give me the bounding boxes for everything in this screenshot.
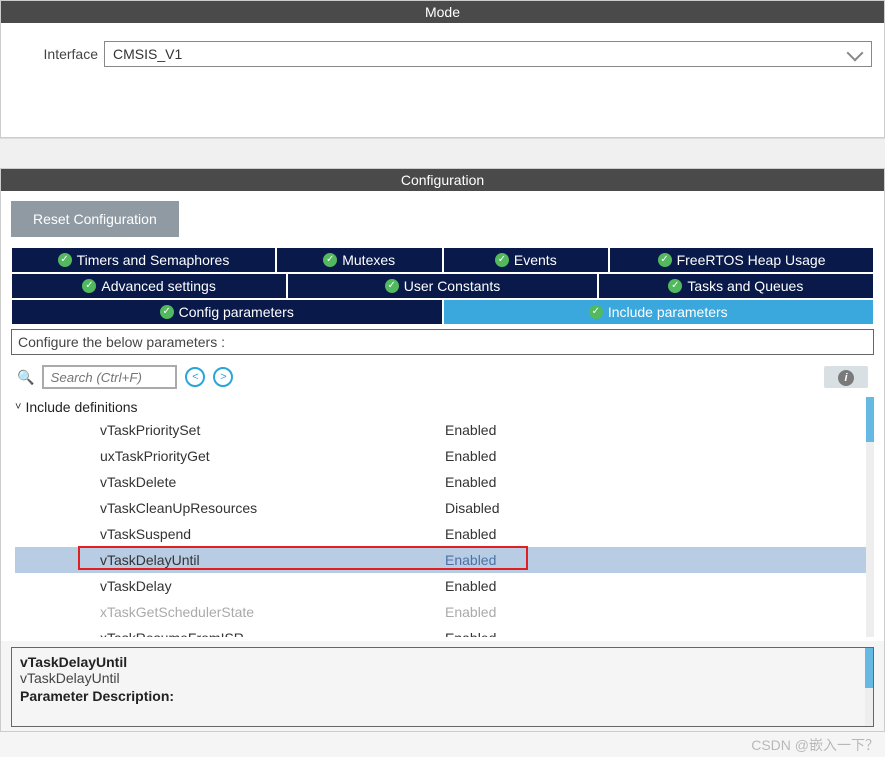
param-value: Enabled [445, 630, 496, 637]
params-list[interactable]: ˅ Include definitions vTaskPrioritySetEn… [11, 397, 874, 637]
chevron-down-icon: ˅ [15, 401, 21, 413]
param-row[interactable]: xTaskGetSchedulerStateEnabled [15, 599, 870, 625]
param-row[interactable]: vTaskDeleteEnabled [15, 469, 870, 495]
tab-include-parameters[interactable]: ✓Include parameters [443, 299, 875, 325]
check-icon: ✓ [589, 305, 603, 319]
param-group-header[interactable]: ˅ Include definitions [15, 397, 870, 417]
tab-tasks-queues[interactable]: ✓Tasks and Queues [598, 273, 874, 299]
param-name: vTaskPrioritySet [15, 422, 445, 438]
tab-heap-usage[interactable]: ✓FreeRTOS Heap Usage [609, 247, 874, 273]
description-title: vTaskDelayUntil [20, 654, 865, 670]
reset-config-button[interactable]: Reset Configuration [11, 201, 179, 237]
interface-select[interactable]: CMSIS_V1 [104, 41, 872, 67]
configuration-header: Configuration [1, 169, 884, 191]
nav-next-button[interactable]: > [213, 367, 233, 387]
mode-header: Mode [1, 1, 884, 23]
description-subtitle: vTaskDelayUntil [20, 670, 865, 686]
check-icon: ✓ [82, 279, 96, 293]
param-value: Enabled [445, 448, 496, 464]
param-value: Enabled [445, 552, 496, 568]
check-icon: ✓ [58, 253, 72, 267]
param-name: vTaskDelete [15, 474, 445, 490]
param-value: Enabled [445, 526, 496, 542]
info-button[interactable]: i [824, 366, 868, 388]
parameter-description-heading: Parameter Description: [20, 688, 865, 704]
tab-timers-semaphores[interactable]: ✓Timers and Semaphores [11, 247, 276, 273]
param-row[interactable]: vTaskDelayEnabled [15, 573, 870, 599]
param-row[interactable]: vTaskSuspendEnabled [15, 521, 870, 547]
param-name: xTaskResumeFromISR [15, 630, 445, 637]
param-value: Disabled [445, 500, 499, 516]
search-input[interactable] [42, 365, 177, 389]
configure-label: Configure the below parameters : [11, 329, 874, 355]
tabs-row-3: ✓Config parameters ✓Include parameters [11, 299, 874, 325]
param-row[interactable]: vTaskDelayUntilEnabled [15, 547, 870, 573]
param-value: Enabled [445, 422, 496, 438]
scrollbar[interactable] [866, 397, 874, 637]
param-row[interactable]: xTaskResumeFromISREnabled [15, 625, 870, 637]
param-name: vTaskDelay [15, 578, 445, 594]
param-value: Enabled [445, 474, 496, 490]
param-row[interactable]: uxTaskPriorityGetEnabled [15, 443, 870, 469]
check-icon: ✓ [160, 305, 174, 319]
tabs-row-2: ✓Advanced settings ✓User Constants ✓Task… [11, 273, 874, 299]
nav-prev-button[interactable]: < [185, 367, 205, 387]
check-icon: ✓ [668, 279, 682, 293]
param-name: vTaskDelayUntil [15, 552, 445, 568]
check-icon: ✓ [323, 253, 337, 267]
description-box: vTaskDelayUntil vTaskDelayUntil Paramete… [11, 647, 874, 727]
param-row[interactable]: vTaskCleanUpResourcesDisabled [15, 495, 870, 521]
tabs-row-1: ✓Timers and Semaphores ✓Mutexes ✓Events … [11, 247, 874, 273]
param-row[interactable]: vTaskPrioritySetEnabled [15, 417, 870, 443]
tab-advanced-settings[interactable]: ✓Advanced settings [11, 273, 287, 299]
check-icon: ✓ [495, 253, 509, 267]
tab-user-constants[interactable]: ✓User Constants [287, 273, 598, 299]
interface-label: Interface [13, 46, 98, 62]
tab-config-parameters[interactable]: ✓Config parameters [11, 299, 443, 325]
search-icon: 🔍 [17, 369, 34, 386]
interface-value: CMSIS_V1 [113, 46, 182, 62]
scrollbar[interactable] [865, 648, 873, 726]
param-name: vTaskCleanUpResources [15, 500, 445, 516]
watermark: CSDN @嵌入一下？ [751, 735, 879, 755]
check-icon: ✓ [658, 253, 672, 267]
param-name: uxTaskPriorityGet [15, 448, 445, 464]
tab-events[interactable]: ✓Events [443, 247, 610, 273]
param-name: xTaskGetSchedulerState [15, 604, 445, 620]
param-value: Enabled [445, 578, 496, 594]
param-value: Enabled [445, 604, 496, 620]
param-name: vTaskSuspend [15, 526, 445, 542]
tab-mutexes[interactable]: ✓Mutexes [276, 247, 443, 273]
info-icon: i [838, 370, 854, 386]
check-icon: ✓ [385, 279, 399, 293]
